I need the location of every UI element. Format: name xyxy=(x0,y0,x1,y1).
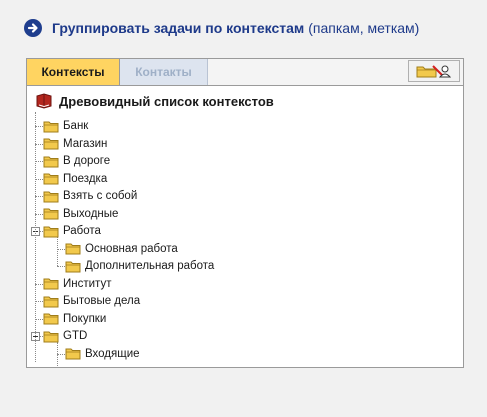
tab-contacts[interactable]: Контакты xyxy=(120,59,208,85)
arrow-right-icon xyxy=(24,19,42,37)
folder-icon xyxy=(65,243,81,255)
folder-icon xyxy=(43,226,59,237)
tree-item[interactable]: В дороге xyxy=(43,153,110,169)
tree-connector xyxy=(35,178,43,180)
tree-connector xyxy=(57,248,65,250)
folder-icon xyxy=(43,191,59,202)
heading-subtitle: (папкам, меткам) xyxy=(308,20,420,36)
contexts-panel: Контексты Контакты Древовидный список ко… xyxy=(26,58,464,368)
folder-icon xyxy=(43,331,59,342)
book-icon xyxy=(36,93,52,109)
folder-user-icon xyxy=(416,65,452,78)
tree-item[interactable]: Входящие xyxy=(65,346,140,362)
folder-icon xyxy=(43,208,59,220)
folder-icon xyxy=(43,138,59,150)
tree-item[interactable]: Выходные xyxy=(43,206,118,222)
section-heading: Группировать задачи по контекстам (папка… xyxy=(24,18,419,38)
folder-icon xyxy=(43,313,59,325)
tree-item[interactable]: Работа xyxy=(43,223,101,239)
tab-contexts[interactable]: Контексты xyxy=(27,59,120,85)
folder-tool-button[interactable] xyxy=(408,60,460,82)
tree-title: Древовидный список контекстов xyxy=(35,92,274,110)
heading-title: Группировать задачи по контекстам xyxy=(52,20,305,36)
tree-connector xyxy=(57,237,58,266)
folder-icon xyxy=(65,348,81,360)
tab-bar: Контексты Контакты xyxy=(27,59,463,86)
tree-item[interactable]: Дополнительная работа xyxy=(65,258,214,274)
tree-connector xyxy=(35,213,43,215)
tree-item[interactable]: Магазин xyxy=(43,136,107,152)
tree-connector xyxy=(57,353,65,355)
tree-connector xyxy=(35,161,43,162)
tree-connector xyxy=(35,112,36,362)
tree-connector xyxy=(35,126,43,127)
folder-icon xyxy=(65,261,81,272)
tree-connector xyxy=(35,143,43,145)
folder-icon xyxy=(43,121,59,132)
tree-item[interactable]: Бытовые дела xyxy=(43,293,140,309)
context-tree: Древовидный список контекстов Банк Магази… xyxy=(27,86,463,367)
folder-icon xyxy=(43,173,59,185)
tree-connector xyxy=(57,342,58,367)
tree-item[interactable]: Взять с собой xyxy=(43,188,137,204)
tree-item[interactable]: Покупки xyxy=(43,311,106,327)
tree-item[interactable]: GTD xyxy=(43,328,87,344)
tree-item[interactable]: Банк xyxy=(43,118,88,134)
tree-item[interactable]: Поездка xyxy=(43,171,107,187)
folder-icon xyxy=(43,278,59,290)
tree-connector xyxy=(35,283,43,285)
tree-connector xyxy=(35,196,43,197)
folder-icon xyxy=(43,156,59,167)
tree-connector xyxy=(35,301,43,302)
tree-item[interactable]: Институт xyxy=(43,276,111,292)
tree-connector xyxy=(35,318,43,320)
folder-icon xyxy=(43,296,59,307)
tree-connector xyxy=(57,266,65,267)
tree-item[interactable]: Основная работа xyxy=(65,241,178,257)
